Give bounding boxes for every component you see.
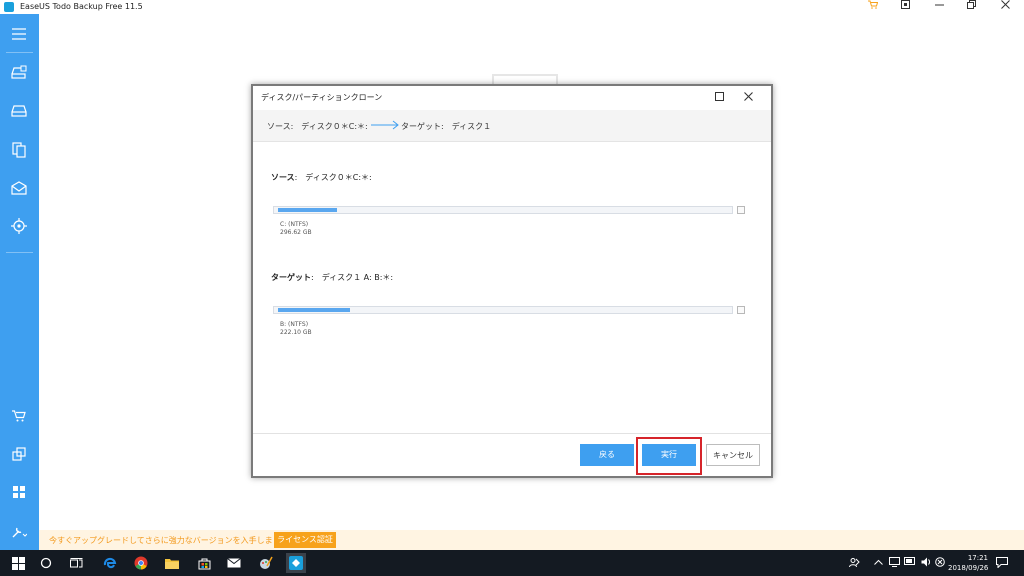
source-partition-name: C: (NTFS) [280, 221, 309, 228]
app-logo-icon [4, 2, 14, 12]
dialog-close-icon[interactable] [741, 91, 755, 105]
target-label-disk: : ディスク１ A: B:＊: [311, 273, 394, 282]
dialog-header: ディスク/パーティションクローン [253, 86, 771, 110]
disk-backup-icon[interactable] [9, 62, 29, 82]
taskbar-time: 17:21 [967, 554, 988, 562]
source-label-disk: : ディスク０＊C:＊: [294, 173, 372, 182]
source-partition-info: C: (NTFS) 296.62 GB [280, 221, 312, 237]
cancel-button[interactable]: キャンセル [706, 444, 760, 466]
source-disk-end-marker [737, 206, 745, 214]
arrow-right-icon [371, 120, 399, 130]
dialog-title: ディスク/パーティションクローン [261, 93, 383, 102]
summary-target: ターゲット: ディスク１ [401, 122, 492, 131]
battery-icon[interactable] [904, 557, 916, 569]
upgrade-text: 今すぐアップグレードしてさらに強力なバージョンを入手しましょう。 [49, 536, 305, 545]
source-label-title: ソース [271, 173, 295, 182]
target-disk-end-marker [737, 306, 745, 314]
target-label: ターゲット: ディスク１ A: B:＊: [271, 272, 393, 283]
cart-icon[interactable] [9, 406, 29, 426]
clone-dialog: ディスク/パーティションクローン ソース: ディスク０＊C:＊: ターゲット: … [251, 84, 773, 478]
back-button[interactable]: 戻る [580, 444, 634, 466]
dialog-maximize-icon[interactable] [713, 92, 725, 104]
task-view-icon[interactable] [66, 553, 86, 573]
clone-summary: ソース: ディスク０＊C:＊: ターゲット: ディスク１ [253, 110, 771, 142]
target-partition-fill [278, 308, 350, 312]
maximize-icon[interactable] [958, 0, 984, 14]
system-backup-icon[interactable] [9, 100, 29, 120]
store-icon[interactable] [194, 553, 214, 573]
taskbar-date: 2018/09/26 [948, 564, 989, 572]
windows-start-icon[interactable] [8, 553, 28, 573]
paint-icon[interactable] [256, 553, 276, 573]
dialog-footer: 戻る 実行 キャンセル [253, 433, 771, 476]
target-partition-info: B: (NTFS) 222.10 GB [280, 321, 312, 337]
network-icon[interactable] [888, 557, 900, 569]
easeus-taskbar-icon[interactable] [286, 553, 306, 573]
search-icon[interactable] [36, 553, 56, 573]
file-explorer-icon[interactable] [162, 553, 182, 573]
ime-off-icon[interactable] [934, 557, 946, 569]
window-titlebar: EaseUS Todo Backup Free 11.5 [0, 0, 1024, 14]
source-partition-size: 296.62 GB [280, 229, 312, 236]
source-label: ソース: ディスク０＊C:＊: [271, 172, 372, 183]
volume-icon[interactable] [920, 557, 932, 569]
sidebar-divider [6, 52, 33, 53]
people-icon[interactable] [848, 557, 860, 569]
mail-backup-icon[interactable] [9, 178, 29, 198]
execute-button[interactable]: 実行 [642, 444, 696, 466]
tools-icon[interactable] [9, 522, 29, 542]
close-icon[interactable] [992, 0, 1018, 14]
apps-icon[interactable] [9, 482, 29, 502]
pin-icon[interactable] [892, 0, 918, 14]
upgrade-banner: 今すぐアップグレードしてさらに強力なバージョンを入手しましょう。 ライセンス認証 [39, 530, 1024, 550]
minimize-icon[interactable] [926, 0, 952, 14]
chrome-icon[interactable] [131, 553, 151, 573]
taskbar-clock[interactable]: 17:21 2018/09/26 [948, 553, 988, 573]
file-backup-icon[interactable] [9, 140, 29, 160]
source-partition-fill [278, 208, 337, 212]
mail-icon[interactable] [224, 553, 244, 573]
notification-icon[interactable] [996, 557, 1008, 569]
clone-icon[interactable] [9, 444, 29, 464]
source-disk-bar[interactable] [273, 206, 733, 214]
summary-source: ソース: ディスク０＊C:＊: [267, 122, 368, 131]
smart-backup-icon[interactable] [9, 216, 29, 236]
chevron-up-icon[interactable] [872, 557, 884, 569]
target-partition-name: B: (NTFS) [280, 321, 309, 328]
cart-icon[interactable] [860, 0, 886, 14]
target-label-title: ターゲット [271, 273, 311, 282]
app-title: EaseUS Todo Backup Free 11.5 [20, 2, 143, 11]
edge-browser-icon[interactable] [100, 553, 120, 573]
menu-icon[interactable] [9, 24, 29, 44]
target-partition-size: 222.10 GB [280, 329, 312, 336]
license-activation-button[interactable]: ライセンス認証 [274, 532, 336, 548]
target-disk-bar[interactable] [273, 306, 733, 314]
sidebar [0, 14, 39, 550]
windows-taskbar: 17:21 2018/09/26 [0, 550, 1024, 576]
sidebar-divider [6, 252, 33, 253]
